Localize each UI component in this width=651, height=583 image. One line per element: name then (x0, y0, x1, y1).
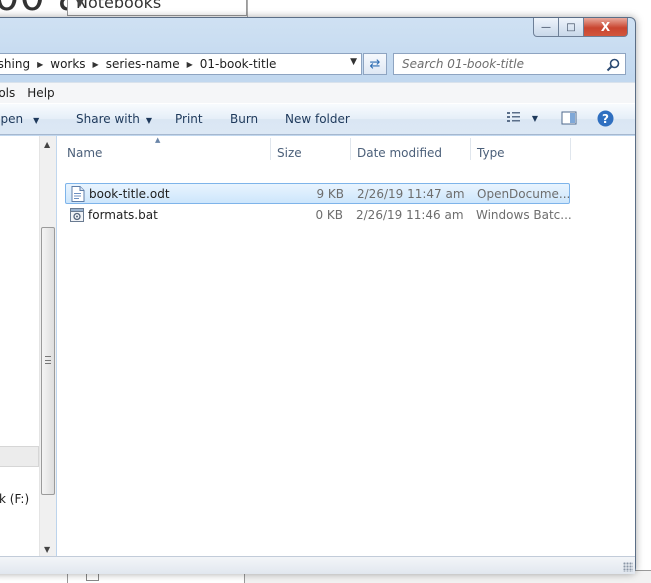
column-divider[interactable] (570, 138, 571, 160)
notebooks-dropdown[interactable]: Notebooks ▼ (67, 0, 247, 16)
column-divider[interactable] (270, 138, 271, 160)
preview-pane-icon (561, 111, 577, 125)
file-size: 0 KB (315, 208, 343, 222)
close-button[interactable]: X (584, 18, 628, 37)
status-bar (0, 556, 635, 574)
file-row[interactable]: book-title.odt 9 KB 2/26/19 11:47 am Ope… (65, 183, 570, 204)
help-icon: ? (597, 110, 614, 127)
breadcrumb-item[interactable]: lishing (0, 57, 30, 71)
burn-button[interactable]: Burn (230, 112, 258, 126)
file-row[interactable]: formats.bat 0 KB 2/26/19 11:46 am Window… (65, 205, 572, 226)
document-icon (71, 186, 85, 202)
column-headers: ▲ Name Size Date modified Type (57, 136, 635, 163)
menu-help[interactable]: Help (21, 86, 60, 100)
chevron-down-icon: ▼ (33, 116, 40, 125)
file-type: Windows Batc... (476, 208, 572, 222)
scroll-thumb[interactable] (41, 227, 55, 495)
nav-item-drive[interactable]: k (F:) (0, 492, 29, 506)
chevron-right-icon[interactable]: ▶ (37, 60, 43, 69)
column-divider[interactable] (470, 138, 471, 160)
print-button[interactable]: Print (175, 112, 203, 126)
details-view-icon (507, 112, 520, 122)
refresh-button[interactable]: ⇄ (363, 53, 387, 75)
scroll-up-icon[interactable]: ▲ (44, 140, 50, 149)
chevron-down-icon: ▼ (145, 116, 153, 125)
open-label: Open (0, 112, 24, 126)
file-size: 9 KB (316, 187, 344, 201)
search-placeholder: Search 01-book-title (402, 57, 524, 71)
column-header-type[interactable]: Type (477, 146, 505, 160)
close-icon: X (600, 20, 611, 34)
navigation-pane: k (F:) ▲ ▼ (0, 136, 56, 556)
print-label: Print (175, 112, 203, 126)
refresh-icon: ⇄ (369, 56, 381, 72)
nav-scrollbar[interactable]: ▲ ▼ (39, 136, 56, 556)
maximize-icon: □ (566, 21, 576, 33)
svg-text:?: ? (602, 112, 609, 126)
explorer-window: — □ X lishing ▶ works ▶ series-name ▶ 01… (0, 17, 636, 574)
column-header-name[interactable]: Name (67, 146, 102, 160)
menu-tools[interactable]: ools (0, 86, 21, 100)
chevron-down-icon: ▼ (531, 114, 538, 123)
file-name: formats.bat (88, 208, 158, 222)
chevron-down-icon: ▼ (76, 0, 84, 9)
chevron-right-icon[interactable]: ▶ (187, 60, 193, 69)
column-header-size[interactable]: Size (277, 146, 302, 160)
batch-file-icon (70, 208, 84, 222)
chevron-right-icon[interactable]: ▶ (93, 60, 99, 69)
caption-buttons: — □ X (533, 18, 628, 37)
column-divider[interactable] (350, 138, 351, 160)
open-button[interactable]: Open ▼ (0, 112, 39, 126)
search-icon[interactable] (606, 58, 620, 72)
file-name: book-title.odt (89, 187, 170, 201)
file-list: ▲ Name Size Date modified Type book-titl… (57, 136, 635, 556)
address-bar[interactable]: lishing ▶ works ▶ series-name ▶ 01-book-… (0, 53, 362, 75)
sort-ascending-icon: ▲ (155, 136, 161, 144)
grip-icon (45, 356, 51, 364)
file-type: OpenDocume... (477, 187, 571, 201)
preview-pane-button[interactable] (561, 111, 577, 128)
minimize-icon: — (541, 21, 551, 33)
breadcrumb-item[interactable]: 01-book-title (200, 57, 277, 71)
nav-item[interactable] (0, 446, 39, 467)
breadcrumb: lishing ▶ works ▶ series-name ▶ 01-book-… (0, 57, 276, 71)
burn-label: Burn (230, 112, 259, 126)
column-header-date-modified[interactable]: Date modified (357, 146, 442, 160)
share-with-button[interactable]: Share with ▼ (76, 112, 152, 126)
chevron-down-icon[interactable]: ▼ (350, 57, 357, 67)
help-button[interactable]: ? (597, 110, 614, 130)
scroll-down-icon[interactable]: ▼ (44, 545, 50, 554)
resize-grip-icon[interactable] (623, 562, 633, 572)
file-date-modified: 2/26/19 11:47 am (357, 187, 465, 201)
menu-bar: ools Help (0, 82, 635, 103)
new-folder-label: New folder (285, 112, 350, 126)
command-toolbar: Open▼ Share with▼ Print Burn New folder … (0, 103, 635, 135)
maximize-button[interactable]: □ (559, 18, 584, 37)
new-folder-button[interactable]: New folder (285, 112, 350, 126)
breadcrumb-item[interactable]: works (50, 57, 85, 71)
minimize-button[interactable]: — (533, 18, 559, 37)
search-box[interactable]: Search 01-book-title (393, 53, 626, 75)
share-with-label: Share with (76, 112, 140, 126)
view-options-button[interactable]: ▼ (506, 110, 538, 127)
breadcrumb-item[interactable]: series-name (106, 57, 180, 71)
file-date-modified: 2/26/19 11:46 am (356, 208, 464, 222)
